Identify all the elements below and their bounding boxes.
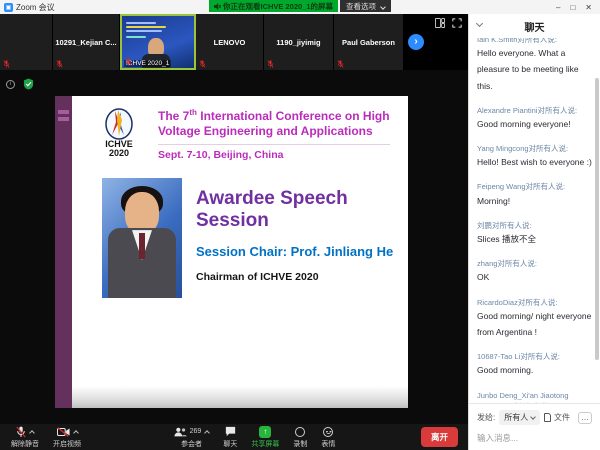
window-titlebar: ▣ Zoom 会议 你正在观看ICHVE 2020_1的屏幕 查看选项 – □ … — [0, 0, 600, 14]
session-chair: Session Chair: Prof. Jinliang He — [196, 244, 408, 259]
shared-screen-stage: i ICHVE — [0, 70, 468, 424]
gallery-view-icon[interactable] — [435, 18, 445, 28]
close-button[interactable]: ✕ — [585, 3, 592, 12]
muted-mic-icon — [199, 60, 206, 68]
fullscreen-icon[interactable] — [452, 18, 462, 28]
chat-message: Iain K.Smith对所有人说: Hello everyone. What … — [477, 38, 592, 94]
app-title-label: Zoom 会议 — [16, 2, 55, 13]
chat-message: Feipeng Wang对所有人说: Morning! — [477, 181, 592, 208]
active-speaker-thumbnail: ICHVE 2020_1 — [122, 16, 194, 68]
filmstrip-next-button[interactable]: › — [408, 34, 424, 50]
participant-tile[interactable] — [0, 14, 53, 70]
reactions-smiley-icon — [323, 427, 333, 437]
chat-message: RicardoDiaz对所有人说: Good morning/ night ev… — [477, 297, 592, 341]
start-video-button[interactable]: 开启视频 — [46, 424, 88, 450]
send-to-dropdown[interactable]: 所有人 — [499, 410, 540, 425]
chat-header-title: 聊天 — [525, 19, 545, 34]
send-to-label: 发给: — [477, 412, 495, 423]
participant-tile[interactable]: LENOVO — [196, 14, 264, 70]
chat-scrollbar[interactable] — [595, 78, 599, 360]
chat-message: Junbo Deng_Xi'an Jiaotong University对所有人… — [477, 390, 592, 403]
muted-mic-icon — [3, 60, 10, 68]
leave-meeting-button[interactable]: 离开 — [421, 427, 458, 447]
session-title: Awardee Speech Session — [196, 188, 408, 232]
record-icon — [295, 427, 305, 437]
presentation-slide: ICHVE 2020 The 7th International Confere… — [55, 96, 408, 408]
chair-role: Chairman of ICHVE 2020 — [196, 271, 408, 283]
minimize-button[interactable]: – — [556, 3, 560, 12]
view-options-button[interactable]: 查看选项 — [340, 0, 391, 12]
muted-mic-icon — [267, 60, 274, 68]
chat-message: 10687-Tao Li对所有人说: Good morning. — [477, 351, 592, 378]
ichve-logo: ICHVE 2020 — [88, 108, 150, 162]
participant-tile[interactable]: 1190_jiyimig — [264, 14, 334, 70]
participant-filmstrip: 10291_Kejian C... ICHVE 2020_1 LENOVO — [0, 14, 468, 70]
chevron-down-icon — [380, 4, 386, 10]
reactions-button[interactable]: 表情 — [314, 424, 342, 450]
file-icon — [544, 413, 551, 422]
active-speaker-tile[interactable]: ICHVE 2020_1 — [120, 14, 196, 70]
view-options-label: 查看选项 — [346, 1, 376, 12]
unmute-button[interactable]: 解除静音 — [4, 424, 46, 450]
meeting-area: 10291_Kejian C... ICHVE 2020_1 LENOVO — [0, 14, 468, 450]
more-options-button[interactable]: … — [578, 412, 592, 424]
meeting-info-icon[interactable]: i — [6, 80, 15, 89]
chat-message: zhang对所有人说: OK — [477, 258, 592, 285]
chat-message: Alexandre Piantini对所有人说: Good morning ev… — [477, 105, 592, 132]
participants-button[interactable]: 269 参会者 — [167, 424, 217, 450]
chat-message-input[interactable] — [477, 433, 592, 443]
chat-bubble-icon — [225, 426, 236, 437]
chevron-down-icon — [530, 414, 536, 420]
conference-dates: Sept. 7-10, Beijing, China — [158, 144, 390, 162]
slide-left-band — [55, 96, 72, 408]
camera-off-icon — [57, 427, 70, 437]
mic-options-chevron[interactable] — [29, 430, 35, 436]
participants-icon — [174, 427, 187, 437]
chat-message-list[interactable]: Iain K.Smith对所有人说: Hello everyone. What … — [469, 38, 600, 403]
chat-message: Yang Mingcong对所有人说: Hello! Best wish to … — [477, 143, 592, 170]
app-title: ▣ Zoom 会议 — [4, 2, 55, 13]
muted-mic-icon — [16, 426, 26, 438]
participants-count: 269 — [190, 428, 202, 435]
muted-mic-icon — [337, 60, 344, 68]
participant-tile[interactable]: 10291_Kejian C... — [53, 14, 120, 70]
chat-collapse-chevron-icon[interactable] — [476, 20, 483, 27]
slide-footer-decoration — [72, 386, 408, 408]
chat-button[interactable]: 聊天 — [216, 424, 244, 450]
conference-title: The 7th International Conference on High… — [158, 108, 390, 162]
viewing-screen-banner[interactable]: 你正在观看ICHVE 2020_1的屏幕 — [209, 0, 338, 12]
video-options-chevron[interactable] — [73, 430, 79, 436]
muted-audio-icon — [214, 3, 221, 10]
chat-panel: 聊天 Iain K.Smith对所有人说: Hello everyone. Wh… — [468, 14, 600, 450]
viewing-screen-text: 你正在观看ICHVE 2020_1的屏幕 — [223, 1, 333, 12]
chat-message: 刘鹏对所有人说: Slices 播放不全 — [477, 220, 592, 247]
participants-chevron[interactable] — [204, 430, 210, 436]
chair-portrait-photo — [102, 178, 182, 298]
meeting-toolbar: 解除静音 开启视频 269 参会者 — [0, 424, 468, 450]
security-shield-icon[interactable] — [23, 78, 34, 90]
share-screen-button[interactable]: ↑ 共享屏幕 — [244, 424, 286, 450]
muted-mic-icon — [56, 60, 63, 68]
participant-tile[interactable]: Paul Gaberson — [334, 14, 404, 70]
muted-mic-icon — [125, 58, 132, 66]
share-screen-icon: ↑ — [259, 426, 271, 438]
ichve-logo-text: ICHVE 2020 — [88, 140, 150, 159]
record-button[interactable]: 录制 — [286, 424, 314, 450]
file-button[interactable]: 文件 — [554, 412, 570, 423]
zoom-logo-icon: ▣ — [4, 3, 13, 12]
maximize-button[interactable]: □ — [570, 3, 575, 12]
